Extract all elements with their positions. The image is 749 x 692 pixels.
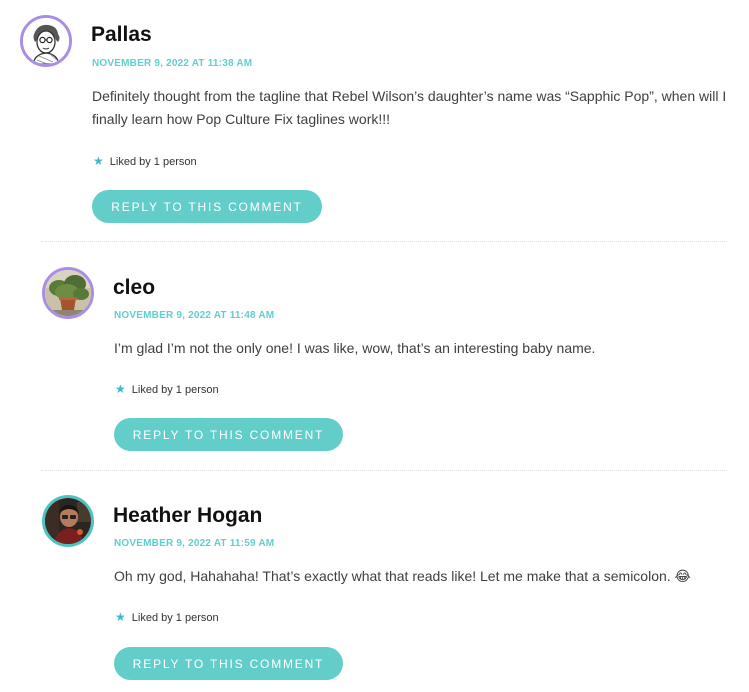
comment-text: Oh my god, Hahahaha! That’s exactly what… bbox=[114, 568, 691, 584]
avatar[interactable] bbox=[42, 495, 94, 547]
likes-line: ★ Liked by 1 person bbox=[115, 610, 219, 624]
comment-author[interactable]: Heather Hogan bbox=[113, 504, 262, 528]
comment-heather-hogan: Heather Hogan NOVEMBER 9, 2022 AT 11:59 … bbox=[0, 0, 749, 692]
likes-text[interactable]: Liked by 1 person bbox=[132, 612, 219, 624]
person-photo-icon bbox=[45, 498, 91, 544]
star-icon: ★ bbox=[115, 610, 126, 624]
comment-timestamp[interactable]: NOVEMBER 9, 2022 AT 11:59 AM bbox=[114, 538, 274, 549]
reply-button[interactable]: REPLY TO THIS COMMENT bbox=[114, 647, 343, 680]
